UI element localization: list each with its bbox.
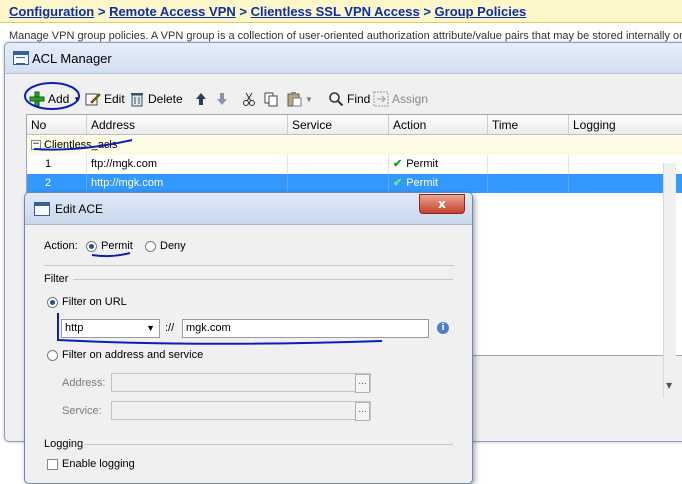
permit-underline-annotation xyxy=(91,252,131,258)
annotation-overlay xyxy=(24,82,383,345)
group-underline-annotation xyxy=(33,139,133,151)
url-underline-annotation xyxy=(57,313,383,345)
add-button-circle-annotation xyxy=(24,82,80,110)
